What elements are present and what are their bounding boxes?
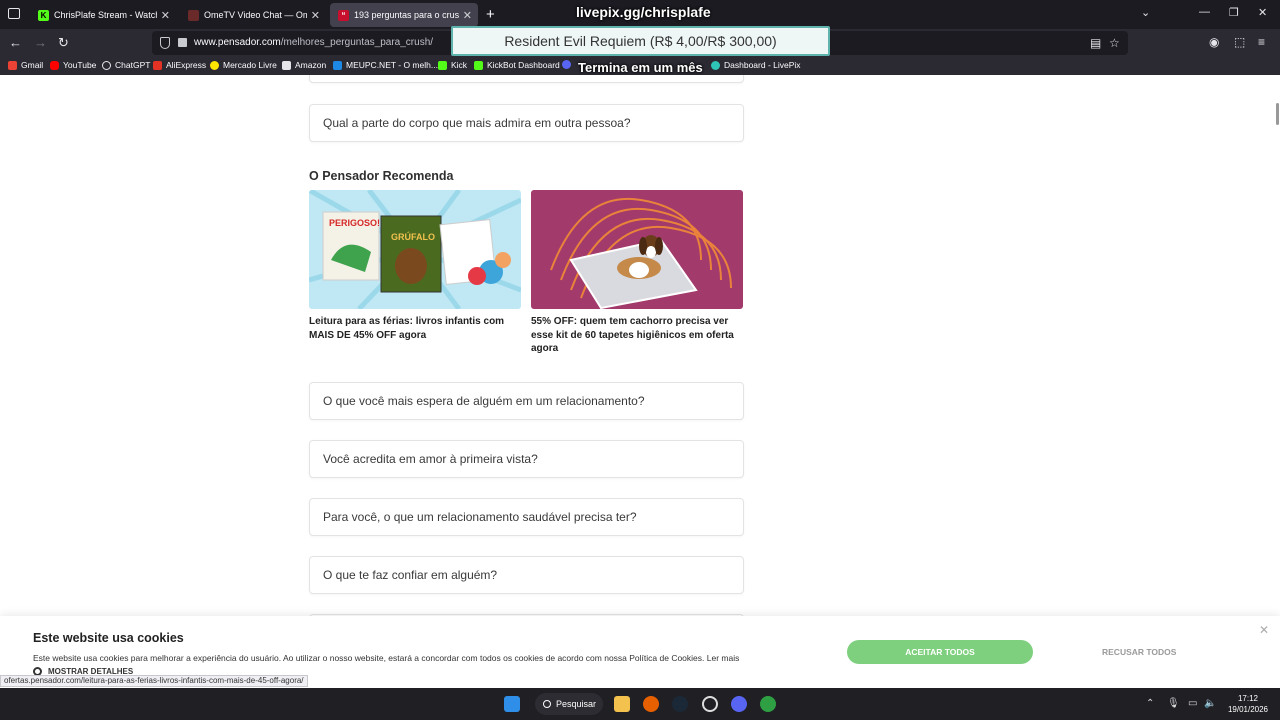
gmail-icon bbox=[8, 60, 17, 70]
list-tabs-chevron-icon[interactable]: ⌄ bbox=[1141, 6, 1150, 19]
discord-icon[interactable] bbox=[731, 696, 747, 712]
question-card[interactable]: O que te faz confiar em alguém? bbox=[309, 556, 744, 594]
close-icon[interactable]: ✕ bbox=[1259, 623, 1269, 637]
close-tab-icon[interactable]: ✕ bbox=[463, 9, 472, 22]
dog-pad-image[interactable] bbox=[531, 190, 743, 309]
close-tab-icon[interactable]: ✕ bbox=[161, 9, 170, 22]
question-card[interactable]: O que você mais espera de alguém em um r… bbox=[309, 382, 744, 420]
livepix-icon bbox=[711, 60, 720, 70]
meupc-icon bbox=[333, 60, 342, 70]
youtube-icon bbox=[50, 60, 59, 70]
mercado-livre-icon bbox=[210, 60, 219, 70]
tracking-shield-icon[interactable] bbox=[160, 37, 170, 49]
page-content: Qual a parte do corpo que mais admira em… bbox=[0, 75, 1280, 688]
overlay-subtitle: Termina em um mês bbox=[578, 60, 703, 75]
question-card-partial[interactable] bbox=[309, 75, 744, 83]
tab-title: 193 perguntas para o crush fica bbox=[354, 10, 459, 20]
obs-icon[interactable] bbox=[702, 696, 718, 712]
cookie-title: Este website usa cookies bbox=[33, 631, 184, 645]
file-explorer-icon[interactable] bbox=[614, 696, 630, 712]
reader-view-icon[interactable]: ▤ bbox=[1090, 36, 1101, 50]
bookmark-other[interactable] bbox=[562, 60, 575, 69]
volume-icon[interactable]: 🔈 bbox=[1204, 698, 1216, 709]
tab-chrisplafe-stream[interactable]: K ChrisPlafe Stream - Watch Live ✕ bbox=[30, 3, 176, 27]
bookmark-kickbot-dashboard[interactable]: KickBot Dashboard bbox=[474, 60, 560, 70]
question-text: Para você, o que um relacionamento saudá… bbox=[323, 510, 637, 524]
question-text: Você acredita em amor à primeira vista? bbox=[323, 452, 538, 466]
kick-icon: K bbox=[38, 9, 49, 21]
clock[interactable]: 17:12 19/01/2026 bbox=[1222, 693, 1274, 715]
overlay-title: livepix.gg/chrisplafe bbox=[576, 4, 711, 20]
extensions-icon[interactable]: ⬚ bbox=[1234, 35, 1245, 49]
kickbot-icon bbox=[474, 60, 483, 70]
firefox-icon[interactable] bbox=[643, 696, 659, 712]
question-card[interactable]: Qual a parte do corpo que mais admira em… bbox=[309, 104, 744, 142]
recommend-section-title: O Pensador Recomenda bbox=[309, 169, 454, 183]
question-card[interactable]: Você acredita em amor à primeira vista? bbox=[309, 440, 744, 478]
bookmark-chatgpt[interactable]: ChatGPT bbox=[102, 60, 150, 70]
svg-text:PERIGOSO!: PERIGOSO! bbox=[329, 218, 380, 228]
overlay-goal: Resident Evil Requiem (R$ 4,00/R$ 300,00… bbox=[451, 26, 830, 56]
url-text[interactable]: www.pensador.com/melhores_perguntas_para… bbox=[194, 37, 433, 48]
close-tab-icon[interactable]: ✕ bbox=[311, 9, 320, 22]
recommendation-caption[interactable]: 55% OFF: quem tem cachorro precisa ver e… bbox=[531, 315, 745, 356]
close-window-button[interactable]: ✕ bbox=[1258, 6, 1267, 19]
pensador-icon: “ bbox=[338, 9, 349, 21]
account-icon[interactable]: ◉ bbox=[1209, 35, 1219, 49]
network-icon[interactable]: ▭ bbox=[1188, 698, 1197, 709]
bookmark-amazon[interactable]: Amazon bbox=[282, 60, 326, 70]
aliexpress-icon bbox=[153, 60, 162, 70]
page-scrollbar[interactable] bbox=[1276, 103, 1279, 125]
tray-chevron-icon[interactable]: ⌃ bbox=[1146, 698, 1154, 709]
question-text: O que você mais espera de alguém em um r… bbox=[323, 394, 645, 408]
taskbar: Pesquisar ⌃ 🎙 ▭ 🔈 17:12 19/01/2026 bbox=[0, 688, 1280, 720]
bookmark-meupc[interactable]: MEUPC.NET - O melh... bbox=[333, 60, 438, 70]
steam-icon[interactable] bbox=[672, 696, 688, 712]
bookmark-star-icon[interactable]: ☆ bbox=[1109, 36, 1120, 50]
maximize-button[interactable]: ❐ bbox=[1229, 6, 1239, 19]
minimize-button[interactable]: — bbox=[1199, 6, 1210, 18]
childrens-books-image[interactable]: PERIGOSO! GRÚFALO bbox=[309, 190, 521, 309]
amazon-icon bbox=[282, 60, 291, 70]
tab-title: OmeTV Video Chat — Ome bbox=[204, 10, 307, 20]
windows-start-icon[interactable] bbox=[504, 696, 520, 712]
accept-all-button[interactable]: ACEITAR TODOS bbox=[847, 640, 1033, 664]
ometv-icon bbox=[188, 9, 199, 21]
question-text: O que te faz confiar em alguém? bbox=[323, 568, 498, 582]
lock-icon[interactable] bbox=[178, 38, 187, 47]
bookmark-mercado-livre[interactable]: Mercado Livre bbox=[210, 60, 277, 70]
taskbar-search[interactable]: Pesquisar bbox=[535, 693, 603, 715]
microphone-icon[interactable]: 🎙 bbox=[1167, 698, 1180, 709]
question-text: Qual a parte do corpo que mais admira em… bbox=[323, 116, 631, 130]
bookmark-livepix-dashboard[interactable]: Dashboard - LivePix bbox=[711, 60, 801, 70]
question-card[interactable]: Para você, o que um relacionamento saudá… bbox=[309, 498, 744, 536]
back-button[interactable]: ← bbox=[9, 35, 22, 50]
bookmark-aliexpress[interactable]: AliExpress bbox=[153, 60, 206, 70]
search-icon bbox=[543, 700, 551, 708]
reject-all-button[interactable]: RECUSAR TODOS bbox=[1102, 647, 1176, 657]
bookmark-icon bbox=[562, 60, 571, 69]
reload-button[interactable]: ↻ bbox=[58, 35, 69, 51]
menu-icon[interactable]: ≡ bbox=[1258, 35, 1265, 49]
status-link-url: ofertas.pensador.com/leitura-para-as-fer… bbox=[0, 675, 308, 687]
new-tab-button[interactable]: + bbox=[486, 6, 495, 23]
bookmark-kick[interactable]: Kick bbox=[438, 60, 467, 70]
xbox-icon[interactable] bbox=[760, 696, 776, 712]
cookie-description: Este website usa cookies para melhorar a… bbox=[33, 653, 740, 663]
tab-title: ChrisPlafe Stream - Watch Live bbox=[54, 10, 157, 20]
bookmark-youtube[interactable]: YouTube bbox=[50, 60, 96, 70]
chatgpt-icon bbox=[102, 60, 111, 70]
tab-ometv[interactable]: OmeTV Video Chat — Ome ✕ bbox=[180, 3, 326, 27]
recommendation-caption[interactable]: Leitura para as férias: livros infantis … bbox=[309, 315, 523, 342]
bookmark-gmail[interactable]: Gmail bbox=[8, 60, 43, 70]
all-tabs-icon[interactable] bbox=[8, 8, 20, 19]
forward-button[interactable]: → bbox=[34, 35, 47, 50]
tab-pensador[interactable]: “ 193 perguntas para o crush fica ✕ bbox=[330, 3, 478, 27]
svg-text:GRÚFALO: GRÚFALO bbox=[391, 231, 435, 242]
kick-icon bbox=[438, 60, 447, 70]
